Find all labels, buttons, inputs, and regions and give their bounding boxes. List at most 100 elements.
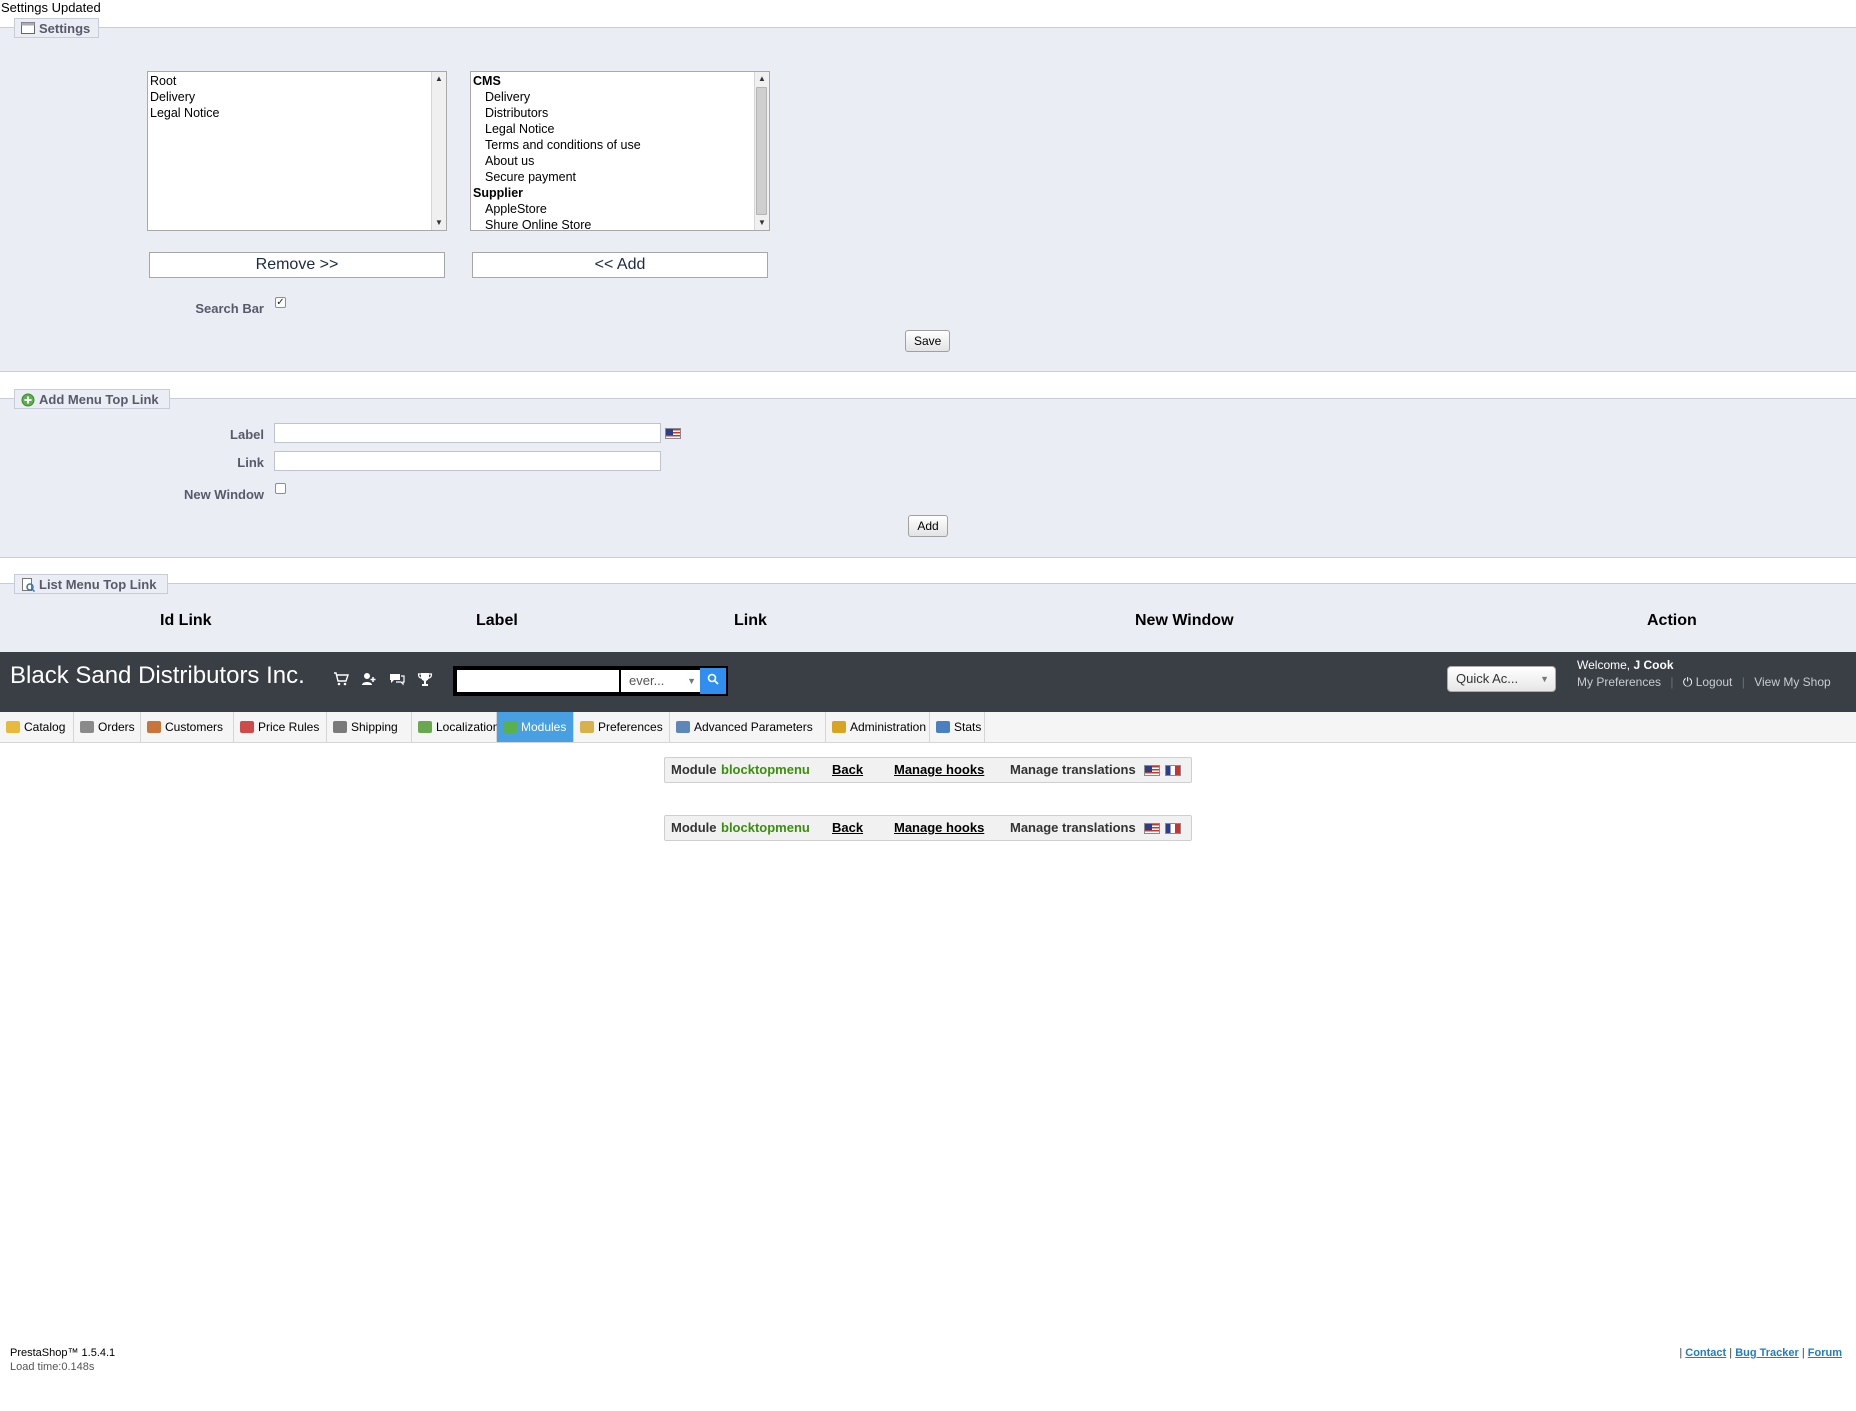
tab-label: Preferences (598, 720, 663, 734)
contact-link[interactable]: Contact (1685, 1347, 1726, 1359)
list-item[interactable]: About us (471, 153, 769, 169)
tab-stats[interactable]: Stats (930, 712, 985, 742)
my-preferences-link[interactable]: My Preferences (1577, 675, 1661, 689)
tab-catalog[interactable]: Catalog (0, 712, 74, 742)
bug-tracker-link[interactable]: Bug Tracker (1735, 1347, 1799, 1359)
available-items-list[interactable]: CMS Delivery Distributors Legal Notice Terms… (470, 71, 770, 231)
chevron-down-icon: ▼ (687, 676, 696, 686)
selected-items-list[interactable]: Root Delivery Legal Notice ▲ ▼ (147, 71, 447, 231)
footer-info: PrestaShop™ 1.5.4.1 Load time:0.148s (10, 1346, 115, 1374)
list-group-header[interactable]: Supplier (471, 185, 769, 201)
us-flag-icon[interactable] (1144, 765, 1160, 776)
forum-link[interactable]: Forum (1808, 1347, 1842, 1359)
list-item[interactable]: Distributors (471, 105, 769, 121)
customers-icon[interactable] (360, 671, 378, 689)
list-item[interactable]: AppleStore (471, 201, 769, 217)
available-list-scrollbar[interactable]: ▲ ▼ (754, 72, 769, 230)
manage-translations-label: Manage translations (1010, 762, 1136, 777)
manage-hooks-link[interactable]: Manage hooks (894, 816, 984, 840)
column-header-action: Action (1647, 612, 1697, 629)
us-flag-icon[interactable] (665, 428, 681, 439)
tab-modules[interactable]: Modules (497, 712, 574, 742)
list-item[interactable]: Terms and conditions of use (471, 137, 769, 153)
customers-icon (147, 721, 161, 733)
stats-icon (936, 721, 950, 733)
module-prefix: Module (671, 762, 717, 777)
list-item[interactable]: Root (148, 73, 446, 89)
label-input[interactable] (274, 423, 661, 443)
scroll-up-icon[interactable]: ▲ (755, 72, 769, 86)
list-item[interactable]: Shure Online Store (471, 217, 769, 230)
shop-name[interactable]: Black Sand Distributors Inc. (10, 662, 305, 690)
list-item[interactable]: Legal Notice (148, 105, 446, 121)
add-item-button[interactable]: << Add (472, 252, 768, 278)
search-input[interactable] (457, 670, 619, 692)
catalog-icon (6, 721, 20, 733)
tab-price-rules[interactable]: Price Rules (234, 712, 327, 742)
load-time-text: Load time:0.148s (10, 1361, 95, 1373)
back-link[interactable]: Back (832, 816, 863, 840)
manage-hooks-link[interactable]: Manage hooks (894, 758, 984, 782)
list-links-panel: List Menu Top Link Id Link Label Link Ne… (0, 574, 1856, 653)
us-flag-icon[interactable] (1144, 823, 1160, 834)
power-icon[interactable]: ⏻ (1683, 675, 1693, 689)
search-icon (707, 673, 719, 685)
column-header-link: Link (734, 612, 767, 629)
tab-advanced-parameters[interactable]: Advanced Parameters (670, 712, 826, 742)
search-bar-label: Search Bar (195, 301, 264, 316)
link-input[interactable] (274, 451, 661, 471)
footer-links: | Contact | Bug Tracker | Forum (1679, 1347, 1842, 1359)
search-button[interactable] (700, 668, 726, 694)
tab-label: Price Rules (258, 720, 320, 734)
column-header-label: Label (476, 612, 518, 629)
link-field-label: Link (237, 455, 264, 470)
list-group-header[interactable]: CMS (471, 73, 769, 89)
tab-localization[interactable]: Localization (412, 712, 499, 742)
new-window-label: New Window (183, 487, 264, 502)
modules-icon (503, 721, 517, 733)
add-link-legend-label: Add Menu Top Link (39, 391, 159, 407)
fr-flag-icon[interactable] (1165, 765, 1181, 776)
list-item[interactable]: Secure payment (471, 169, 769, 185)
advanced-parameters-icon (676, 721, 690, 733)
scroll-down-icon[interactable]: ▼ (432, 216, 446, 230)
selected-list-scrollbar[interactable]: ▲ ▼ (431, 72, 446, 230)
manage-translations-label: Manage translations (1010, 820, 1136, 835)
tab-label: Shipping (351, 720, 398, 734)
tab-label: Modules (521, 720, 567, 734)
document-search-icon (21, 578, 36, 593)
tab-orders[interactable]: Orders (74, 712, 141, 742)
trophy-icon[interactable] (416, 671, 434, 689)
header-links: My Preferences | ⏻ Logout | View My Shop (1577, 675, 1831, 690)
add-link-legend: Add Menu Top Link (14, 389, 170, 409)
list-links-legend-label: List Menu Top Link (39, 576, 157, 592)
save-button[interactable]: Save (905, 330, 950, 352)
welcome-prefix: Welcome, (1577, 658, 1631, 672)
messages-icon[interactable] (388, 671, 406, 689)
tab-customers[interactable]: Customers (141, 712, 234, 742)
tab-preferences[interactable]: Preferences (574, 712, 670, 742)
preferences-icon (580, 721, 594, 733)
scroll-up-icon[interactable]: ▲ (432, 72, 446, 86)
new-window-checkbox[interactable] (275, 483, 286, 494)
quick-access-select[interactable]: Quick Ac... ▼ (1447, 666, 1556, 692)
remove-button[interactable]: Remove >> (149, 252, 445, 278)
module-toolbar: Module blocktopmenu Back Manage hooks Ma… (664, 815, 1192, 841)
add-link-button[interactable]: Add (908, 515, 948, 537)
list-item[interactable]: Delivery (148, 89, 446, 105)
fr-flag-icon[interactable] (1165, 823, 1181, 834)
tab-administration[interactable]: Administration (826, 712, 930, 742)
settings-legend-label: Settings (39, 20, 91, 36)
scroll-thumb[interactable] (756, 87, 767, 215)
tab-shipping[interactable]: Shipping (327, 712, 412, 742)
view-shop-link[interactable]: View My Shop (1754, 675, 1830, 689)
logout-link[interactable]: Logout (1696, 675, 1733, 689)
scroll-down-icon[interactable]: ▼ (755, 216, 769, 230)
list-item[interactable]: Legal Notice (471, 121, 769, 137)
search-bar-checkbox[interactable]: ✓ (275, 297, 286, 308)
cart-icon[interactable] (332, 671, 350, 689)
search-scope-select[interactable]: ever... ▼ (621, 670, 701, 692)
orders-icon (80, 721, 94, 733)
back-link[interactable]: Back (832, 758, 863, 782)
list-item[interactable]: Delivery (471, 89, 769, 105)
